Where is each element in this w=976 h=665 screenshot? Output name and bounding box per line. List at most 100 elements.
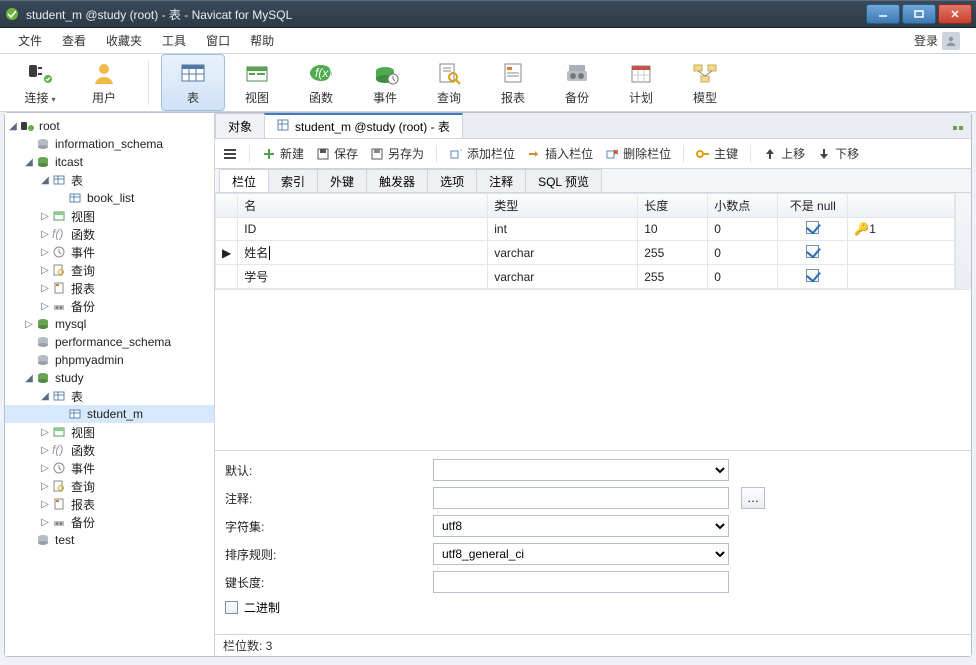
tree-item-mysql[interactable]: ▷mysql — [5, 315, 214, 333]
add-column-button[interactable]: +添加栏位 — [449, 145, 515, 162]
window-minimize-button[interactable] — [866, 4, 900, 24]
move-down-button[interactable]: 下移 — [817, 145, 859, 162]
tree-item-视图[interactable]: ▷视图 — [5, 423, 214, 441]
tab-table-designer[interactable]: student_m @study (root) - 表 — [264, 113, 463, 138]
col-header-notnull[interactable]: 不是 null — [778, 194, 848, 218]
cell-key[interactable] — [848, 241, 955, 265]
insert-column-button[interactable]: 插入栏位 — [527, 145, 593, 162]
tree-item-test[interactable]: test — [5, 531, 214, 549]
tree-item-root[interactable]: ◢root — [5, 117, 214, 135]
tree-item-备份[interactable]: ▷备份 — [5, 513, 214, 531]
subtab-2[interactable]: 外键 — [317, 169, 367, 192]
tree-item-表[interactable]: ◢表 — [5, 387, 214, 405]
cell-length[interactable]: 10 — [638, 218, 708, 241]
toolbar-schedule[interactable]: 计划 — [609, 54, 673, 111]
login-button[interactable]: 登录 — [906, 28, 968, 54]
toolbar-table[interactable]: 表 — [161, 54, 225, 111]
cell-type[interactable]: varchar — [488, 265, 638, 289]
tree-item-performance_schema[interactable]: performance_schema — [5, 333, 214, 351]
tree-item-报表[interactable]: ▷报表 — [5, 279, 214, 297]
menu-fav[interactable]: 收藏夹 — [96, 28, 152, 53]
col-header-decimals[interactable]: 小数点 — [708, 194, 778, 218]
cell-type[interactable]: int — [488, 218, 638, 241]
cell-type[interactable]: varchar — [488, 241, 638, 265]
tree-item-函数[interactable]: ▷f()函数 — [5, 225, 214, 243]
toolbar-backup[interactable]: 备份 — [545, 54, 609, 111]
prop-comment-input[interactable] — [433, 487, 729, 509]
toolbar-event[interactable]: 事件 — [353, 54, 417, 111]
column-row[interactable]: IDint100 🔑1 — [216, 218, 955, 241]
col-header-length[interactable]: 长度 — [638, 194, 708, 218]
toolbar-model[interactable]: 模型 — [673, 54, 737, 111]
cell-key[interactable] — [848, 265, 955, 289]
toolbar-connection[interactable]: 连接▾ — [8, 54, 72, 111]
menu-help[interactable]: 帮助 — [240, 28, 284, 53]
prop-binary-checkbox[interactable]: 二进制 — [225, 599, 280, 616]
tree-item-查询[interactable]: ▷查询 — [5, 477, 214, 495]
cell-name[interactable]: ID — [238, 218, 488, 241]
tree-item-备份[interactable]: ▷备份 — [5, 297, 214, 315]
prop-keylen-input[interactable] — [433, 571, 729, 593]
subtab-4[interactable]: 选项 — [427, 169, 477, 192]
columns-grid[interactable]: 名 类型 长度 小数点 不是 null IDint100🔑1▶姓名varchar… — [215, 193, 955, 289]
new-button[interactable]: 新建 — [262, 145, 304, 162]
column-row[interactable]: ▶姓名varchar2550 — [216, 241, 955, 265]
menu-window[interactable]: 窗口 — [196, 28, 240, 53]
cell-notnull[interactable] — [778, 265, 848, 289]
subtab-1[interactable]: 索引 — [268, 169, 318, 192]
cell-decimals[interactable]: 0 — [708, 265, 778, 289]
col-header-key[interactable] — [848, 194, 955, 218]
nav-tree[interactable]: ◢rootinformation_schema◢itcast◢表book_lis… — [5, 113, 215, 656]
move-up-button[interactable]: 上移 — [763, 145, 805, 162]
menu-tools[interactable]: 工具 — [152, 28, 196, 53]
saveas-button[interactable]: 另存为 — [370, 145, 424, 162]
cell-decimals[interactable]: 0 — [708, 218, 778, 241]
prop-default-select[interactable] — [433, 459, 729, 481]
window-maximize-button[interactable] — [902, 4, 936, 24]
grid-scrollbar[interactable] — [955, 193, 971, 289]
window-close-button[interactable] — [938, 4, 972, 24]
col-header-type[interactable]: 类型 — [488, 194, 638, 218]
tree-item-phpmyadmin[interactable]: phpmyadmin — [5, 351, 214, 369]
tree-item-事件[interactable]: ▷事件 — [5, 243, 214, 261]
subtab-5[interactable]: 注释 — [476, 169, 526, 192]
menu-view[interactable]: 查看 — [52, 28, 96, 53]
cell-notnull[interactable] — [778, 218, 848, 241]
toolbar-query[interactable]: 查询 — [417, 54, 481, 111]
subtab-6[interactable]: SQL 预览 — [525, 169, 602, 192]
column-row[interactable]: 学号varchar2550 — [216, 265, 955, 289]
tree-item-book_list[interactable]: book_list — [5, 189, 214, 207]
prop-charset-select[interactable]: utf8 — [433, 515, 729, 537]
tree-item-information_schema[interactable]: information_schema — [5, 135, 214, 153]
primary-key-button[interactable]: 主键 — [696, 145, 738, 162]
cell-name[interactable]: 学号 — [238, 265, 488, 289]
toolbar-fx[interactable]: f(x)函数 — [289, 54, 353, 111]
cell-decimals[interactable]: 0 — [708, 241, 778, 265]
tab-objects[interactable]: 对象 — [215, 113, 265, 138]
tree-item-查询[interactable]: ▷查询 — [5, 261, 214, 279]
hamburger-button[interactable] — [223, 148, 237, 160]
col-header-name[interactable]: 名 — [238, 194, 488, 218]
tab-overflow-button[interactable] — [945, 124, 971, 138]
cell-key[interactable]: 🔑1 — [848, 218, 955, 241]
subtab-3[interactable]: 触发器 — [366, 169, 428, 192]
cell-name[interactable]: 姓名 — [238, 241, 488, 265]
prop-comment-more-button[interactable]: … — [741, 487, 765, 509]
toolbar-user[interactable]: 用户 — [72, 54, 136, 111]
tree-item-事件[interactable]: ▷事件 — [5, 459, 214, 477]
tree-item-函数[interactable]: ▷f()函数 — [5, 441, 214, 459]
tree-item-表[interactable]: ◢表 — [5, 171, 214, 189]
toolbar-view[interactable]: 视图 — [225, 54, 289, 111]
toolbar-report[interactable]: 报表 — [481, 54, 545, 111]
delete-column-button[interactable]: 删除栏位 — [605, 145, 671, 162]
tree-item-itcast[interactable]: ◢itcast — [5, 153, 214, 171]
tree-item-报表[interactable]: ▷报表 — [5, 495, 214, 513]
cell-length[interactable]: 255 — [638, 265, 708, 289]
tree-item-视图[interactable]: ▷视图 — [5, 207, 214, 225]
prop-collation-select[interactable]: utf8_general_ci — [433, 543, 729, 565]
cell-notnull[interactable] — [778, 241, 848, 265]
subtab-0[interactable]: 栏位 — [219, 169, 269, 192]
menu-file[interactable]: 文件 — [8, 28, 52, 53]
tree-item-student_m[interactable]: student_m — [5, 405, 214, 423]
save-button[interactable]: 保存 — [316, 145, 358, 162]
